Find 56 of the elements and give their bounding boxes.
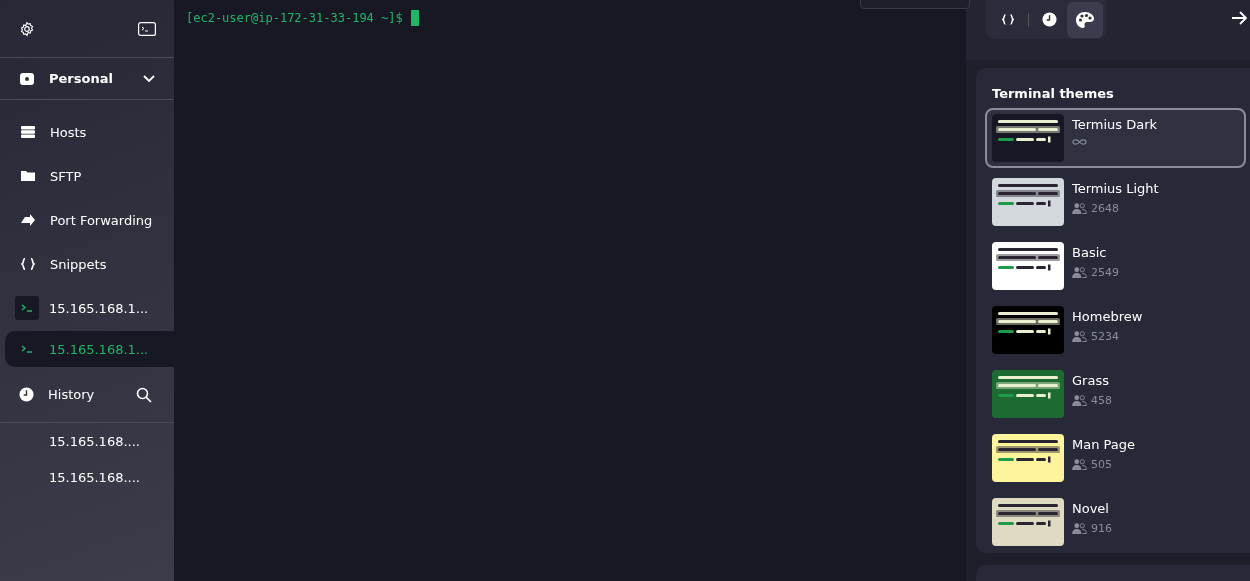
user-count: 916 xyxy=(1091,522,1112,535)
braces-icon xyxy=(21,258,35,270)
theme-item[interactable]: Man Page 505 xyxy=(985,428,1246,488)
terminal-prompt: [ec2-user@ip-172-31-33-194 ~]$ xyxy=(186,11,403,25)
section-title: Terminal themes xyxy=(991,86,1115,101)
theme-name: Termius Dark xyxy=(1072,117,1158,132)
theme-item[interactable]: Grass 458 xyxy=(985,364,1246,424)
user-count: 505 xyxy=(1091,458,1112,471)
users-icon xyxy=(1072,267,1087,278)
infinity-icon xyxy=(1072,138,1087,146)
session-item[interactable]: 15.165.168.1... xyxy=(5,331,174,367)
panel-tab[interactable] xyxy=(1067,1,1103,38)
theme-name: Novel xyxy=(1072,501,1110,516)
nav-item[interactable]: Hosts xyxy=(0,110,174,154)
arrow-right-icon[interactable] xyxy=(1232,11,1248,25)
nav-item[interactable]: SFTP xyxy=(0,154,174,198)
theme-name: Grass xyxy=(1072,373,1110,388)
search-icon[interactable] xyxy=(136,386,152,403)
nav-item[interactable]: Snippets xyxy=(0,242,174,286)
forward-arrow-icon xyxy=(21,214,35,226)
users-icon xyxy=(1072,203,1087,214)
theme-item[interactable]: Basic 2549 xyxy=(985,236,1246,296)
history-item[interactable]: 15.165.168.... xyxy=(0,459,174,495)
theme-item[interactable]: Homebrew 5234 xyxy=(985,300,1246,360)
session-item[interactable]: 15.165.168.1... xyxy=(0,286,174,330)
chevron-down-icon[interactable] xyxy=(143,74,155,83)
braces-icon xyxy=(1002,14,1014,25)
user-count: 458 xyxy=(1091,394,1112,407)
users-icon xyxy=(1072,523,1087,534)
terminal-icon xyxy=(15,296,39,320)
theme-name: Termius Light xyxy=(1072,181,1159,196)
settings-icon[interactable] xyxy=(19,20,35,37)
theme-item[interactable]: Termius Light 2648 xyxy=(985,172,1246,232)
theme-name: Basic xyxy=(1072,245,1108,260)
users-icon xyxy=(1072,331,1087,342)
clock-icon xyxy=(19,387,34,402)
user-count: 2648 xyxy=(1091,202,1119,215)
cursor xyxy=(410,10,419,26)
folder-icon xyxy=(21,170,35,182)
user-count: 5234 xyxy=(1091,330,1119,343)
theme-item[interactable]: Novel 916 xyxy=(985,492,1246,552)
theme-item[interactable]: Termius Dark xyxy=(985,108,1246,168)
terminal-area[interactable]: [ec2-user@ip-172-31-33-194 ~]$ xyxy=(174,0,966,581)
clock-icon xyxy=(1041,12,1057,27)
users-icon xyxy=(1072,395,1087,406)
theme-name: Homebrew xyxy=(1072,309,1143,324)
users-icon xyxy=(1072,459,1087,470)
history-item[interactable]: 15.165.168.... xyxy=(0,423,174,459)
palette-icon xyxy=(1076,11,1094,28)
user-count: 2549 xyxy=(1091,266,1119,279)
theme-name: Man Page xyxy=(1072,437,1136,452)
history-label[interactable]: History xyxy=(48,387,122,402)
server-icon xyxy=(21,126,35,138)
workspace-label[interactable]: Personal xyxy=(49,71,129,86)
nav-item[interactable]: Port Forwarding xyxy=(0,198,174,242)
terminal-icon[interactable] xyxy=(138,21,156,36)
